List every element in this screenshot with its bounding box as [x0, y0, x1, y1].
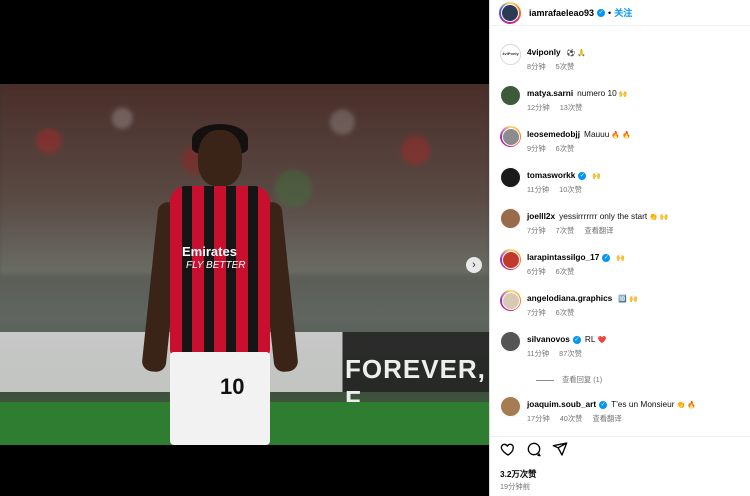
comments-list[interactable]: 4viPonly 4viponly ⚽ 🙏 8分钟 5次赞 matya.sarni numer… [490, 40, 750, 434]
emoji: 🔥 [622, 132, 631, 139]
commenter-avatar[interactable] [500, 331, 521, 352]
commenter-username[interactable]: larapintassilgo_17 [527, 252, 599, 262]
verified-badge-icon: ✓ [597, 8, 606, 17]
emoji: 🙌 [618, 91, 628, 98]
view-replies-link[interactable]: 查看回复 (1) [490, 368, 750, 392]
follow-button[interactable]: 关注 [614, 6, 632, 19]
comment-time: 8分钟 [527, 62, 546, 71]
commenter-avatar[interactable] [500, 208, 521, 229]
see-translation-link[interactable]: 查看翻译 [592, 414, 621, 423]
emoji: 🔥 [687, 402, 696, 409]
comment-likes[interactable]: 6次赞 [556, 267, 575, 276]
emoji: 🙌 [592, 173, 602, 180]
view-replies-label[interactable]: 查看回复 (1) [562, 375, 602, 385]
verified-badge-icon: ✓ [602, 253, 611, 262]
post-header: iamrafaeleao93 ✓ • 关注 [490, 0, 750, 26]
comment-time: 12分钟 [527, 103, 550, 112]
comment-row: larapintassilgo_17 ✓ 🙌 6分钟 6次赞 [490, 245, 750, 286]
comment-row: angelodiana.graphics 🔟 🙌 7分钟 6次赞 [490, 286, 750, 327]
player-figure: Emirates FLY BETTER 10 [140, 124, 300, 445]
post-photo[interactable]: FOREVER, F Emirates FLY BETTER 10 › [0, 84, 489, 445]
emoji: 👏 [649, 214, 658, 221]
commenter-avatar[interactable]: 4viPonly [500, 44, 521, 65]
comment-text: RL [584, 334, 596, 344]
comment-time: 6分钟 [527, 267, 546, 276]
verified-badge-icon: ✓ [599, 400, 608, 409]
shorts-number: 10 [220, 374, 245, 399]
comment-likes[interactable]: 6次赞 [556, 308, 575, 317]
commenter-avatar[interactable] [500, 167, 521, 188]
comment-time: 11分钟 [527, 349, 550, 358]
author-username[interactable]: iamrafaeleao93 [529, 8, 594, 18]
separator-dot: • [608, 7, 612, 18]
author-avatar[interactable] [499, 1, 521, 24]
commenter-username[interactable]: leosemedobjj [527, 129, 580, 139]
comment-row: tomasworkk ✓ 🙌 11分钟 10次赞 [490, 163, 750, 204]
comment-time: 7分钟 [527, 308, 546, 317]
comment-text: numero 10 [577, 88, 617, 98]
commenter-avatar[interactable] [500, 85, 521, 106]
verified-badge-icon: ✓ [578, 171, 587, 180]
jersey [170, 186, 270, 356]
comment-time: 9分钟 [527, 144, 546, 153]
post-time: 19分钟前 [500, 482, 531, 491]
commenter-username[interactable]: silvanovos [527, 334, 570, 344]
comment-likes[interactable]: 87次赞 [559, 349, 582, 358]
comment-row: 4viPonly 4viponly ⚽ 🙏 8分钟 5次赞 [490, 40, 750, 81]
jersey-sponsor: Emirates [182, 244, 237, 259]
comment-likes[interactable]: 5次赞 [556, 62, 575, 71]
verified-badge-icon: ✓ [572, 335, 581, 344]
avatar-logo-text: 4viPonly [500, 44, 521, 65]
emoji: 🙌 [659, 214, 669, 221]
commenter-avatar[interactable] [500, 126, 521, 147]
see-translation-link[interactable]: 查看翻译 [584, 226, 613, 235]
comment-row: leosemedobjj Mauuu 🔥 🔥 9分钟 6次赞 [490, 122, 750, 163]
comment-row: silvanovos ✓ RL ❤️ 11分钟 87次赞 [490, 327, 750, 368]
emoji: ⚽ [566, 50, 576, 57]
comment-likes[interactable]: 10次赞 [559, 185, 582, 194]
comment-bubble-icon[interactable] [526, 441, 542, 457]
commenter-username[interactable]: joaquim.soub_art [527, 399, 596, 409]
commenter-username[interactable]: tomasworkk [527, 170, 575, 180]
emoji: 🔟 [618, 296, 628, 303]
commenter-avatar[interactable] [500, 290, 521, 311]
comment-likes[interactable]: 7次赞 [556, 226, 575, 235]
comment-row: matya.sarni numero 10 🙌 12分钟 13次赞 [490, 81, 750, 122]
comment-likes[interactable]: 13次赞 [560, 103, 583, 112]
commenter-avatar[interactable] [500, 396, 521, 417]
post-sidebar: iamrafaeleao93 ✓ • 关注 4viPonly 4viponly ⚽ 🙏… [489, 0, 750, 496]
commenter-username[interactable]: matya.sarni [527, 88, 573, 98]
commenter-username[interactable]: joelll2x [527, 211, 555, 221]
like-heart-icon[interactable] [500, 441, 516, 457]
emoji: ❤️ [597, 337, 607, 344]
comment-time: 7分钟 [527, 226, 546, 235]
jersey-slogan: FLY BETTER [186, 260, 246, 271]
emoji: 🙌 [629, 296, 638, 303]
commenter-avatar[interactable] [500, 249, 521, 270]
comment-text: yessirrrrrrr only the start [559, 211, 648, 221]
next-image-button[interactable]: › [466, 257, 482, 273]
emoji: 🔥 [611, 132, 621, 139]
comment-text: Mauuu [584, 129, 610, 139]
comment-time: 11分钟 [527, 185, 550, 194]
likes-count[interactable]: 3.2万次赞 [500, 468, 536, 480]
commenter-username[interactable]: 4viponly [527, 47, 561, 57]
post-actions: 3.2万次赞 19分钟前 [490, 436, 750, 496]
commenter-username[interactable]: angelodiana.graphics [527, 293, 612, 303]
replies-line [536, 379, 554, 381]
emoji: 🙌 [616, 255, 626, 262]
comment-likes[interactable]: 6次赞 [556, 144, 575, 153]
comment-row: joelll2x yessirrrrrrr only the start 👏 🙌 7分钟… [490, 204, 750, 245]
head [198, 130, 242, 186]
comment-row: joaquim.soub_art ✓ T'es un Monsieur 👏 🔥 17分钟 4… [490, 392, 750, 433]
share-send-icon[interactable] [552, 441, 568, 457]
post-media: FOREVER, F Emirates FLY BETTER 10 › [0, 0, 489, 496]
emoji: 👏 [676, 402, 686, 409]
comment-time: 17分钟 [527, 414, 550, 423]
emoji: 🙏 [577, 50, 587, 57]
comment-likes[interactable]: 40次赞 [560, 414, 583, 423]
comment-text: T'es un Monsieur [611, 399, 675, 409]
